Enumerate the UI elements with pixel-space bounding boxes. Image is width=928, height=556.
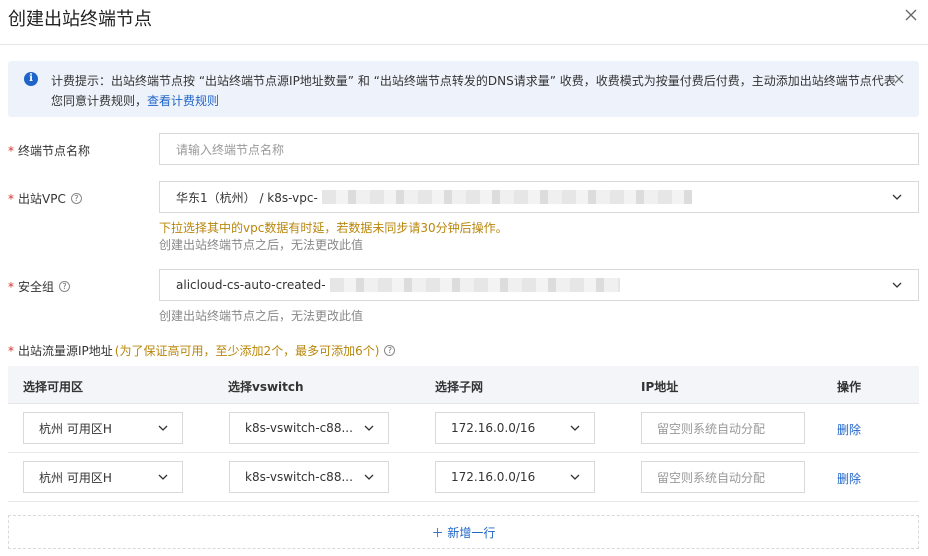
dialog-title: 创建出站终端节点 <box>8 9 152 30</box>
info-icon: i <box>24 72 38 86</box>
endpoint-name-label: * 终端节点名称 <box>8 143 91 159</box>
security-group-hint: 创建出站终端节点之后，无法更改此值 <box>159 309 364 323</box>
zone-select[interactable]: 杭州 可用区H <box>23 412 183 444</box>
help-icon[interactable]: ? <box>384 345 396 356</box>
chevron-down-icon <box>158 425 168 431</box>
header-subnet: 选择子网 <box>435 380 484 394</box>
subnet-select[interactable]: 172.16.0.0/16 <box>435 461 595 493</box>
header-vswitch: 选择vswitch <box>228 380 304 394</box>
vswitch-select[interactable]: k8s-vswitch-c88... <box>229 461 389 493</box>
add-row-button[interactable]: ＋ 新增一行 <box>8 515 919 549</box>
header-action: 操作 <box>837 380 862 394</box>
required-mark: * <box>8 279 14 294</box>
source-ip-table: 选择可用区 选择vswitch 选择子网 IP地址 操作 杭州 可用区H k8s… <box>8 366 919 502</box>
subnet-select[interactable]: 172.16.0.0/16 <box>435 412 595 444</box>
endpoint-name-placeholder: 请输入终端节点名称 <box>176 142 285 157</box>
zone-select[interactable]: 杭州 可用区H <box>23 461 183 493</box>
ip-address-input[interactable]: 留空则系统自动分配 <box>641 412 805 444</box>
security-group-value: alicloud-cs-auto-created- <box>176 278 326 292</box>
help-icon[interactable]: ? <box>70 193 82 204</box>
table-header: 选择可用区 选择vswitch 选择子网 IP地址 操作 <box>8 366 919 404</box>
vpc-warning: 下拉选择其中的vpc数据有时延，若数据未同步请30分钟后操作。 <box>159 221 508 235</box>
source-ip-note: (为了保证高可用，至少添加2个，最多可添加6个) <box>114 344 380 358</box>
required-mark: * <box>8 143 14 158</box>
header-zone: 选择可用区 <box>23 380 84 394</box>
notice-close-icon[interactable] <box>894 74 904 84</box>
dialog-header: 创建出站终端节点 <box>0 0 928 45</box>
billing-rules-link[interactable]: 查看计费规则 <box>147 94 219 108</box>
security-group-select[interactable]: alicloud-cs-auto-created- <box>159 269 919 301</box>
chevron-down-icon <box>364 425 374 431</box>
ip-address-input[interactable]: 留空则系统自动分配 <box>641 461 805 493</box>
vpc-hint: 创建出站终端节点之后，无法更改此值 <box>159 238 364 252</box>
required-mark: * <box>8 343 14 358</box>
vswitch-select[interactable]: k8s-vswitch-c88... <box>229 412 389 444</box>
help-icon[interactable]: ? <box>59 281 71 292</box>
chevron-down-icon <box>892 282 902 288</box>
required-mark: * <box>8 191 14 206</box>
delete-row-link[interactable]: 删除 <box>837 421 861 438</box>
table-row: 杭州 可用区H k8s-vswitch-c88... 172.16.0.0/16… <box>8 453 919 502</box>
chevron-down-icon <box>158 474 168 480</box>
redacted-text <box>329 278 620 292</box>
chevron-down-icon <box>570 474 580 480</box>
chevron-down-icon <box>892 194 902 200</box>
security-group-label: * 安全组 ? <box>8 278 71 295</box>
header-ip: IP地址 <box>641 380 679 394</box>
redacted-text <box>321 190 692 204</box>
close-icon[interactable] <box>904 8 918 22</box>
endpoint-name-input[interactable]: 请输入终端节点名称 <box>159 133 919 165</box>
vpc-label: * 出站VPC ? <box>8 190 82 207</box>
billing-notice: i 计费提示：出站终端节点按 “出站终端节点源IP地址数量” 和 “出站终端节点… <box>8 61 919 117</box>
delete-row-link[interactable]: 删除 <box>837 470 861 487</box>
chevron-down-icon <box>570 425 580 431</box>
vpc-value: 华东1（杭州） / k8s-vpc- <box>176 190 318 205</box>
table-row: 杭州 可用区H k8s-vswitch-c88... 172.16.0.0/16… <box>8 404 919 453</box>
source-ip-label: * 出站流量源IP地址 (为了保证高可用，至少添加2个，最多可添加6个) ? <box>8 342 396 359</box>
vpc-select[interactable]: 华东1（杭州） / k8s-vpc- <box>159 181 919 213</box>
chevron-down-icon <box>364 474 374 480</box>
